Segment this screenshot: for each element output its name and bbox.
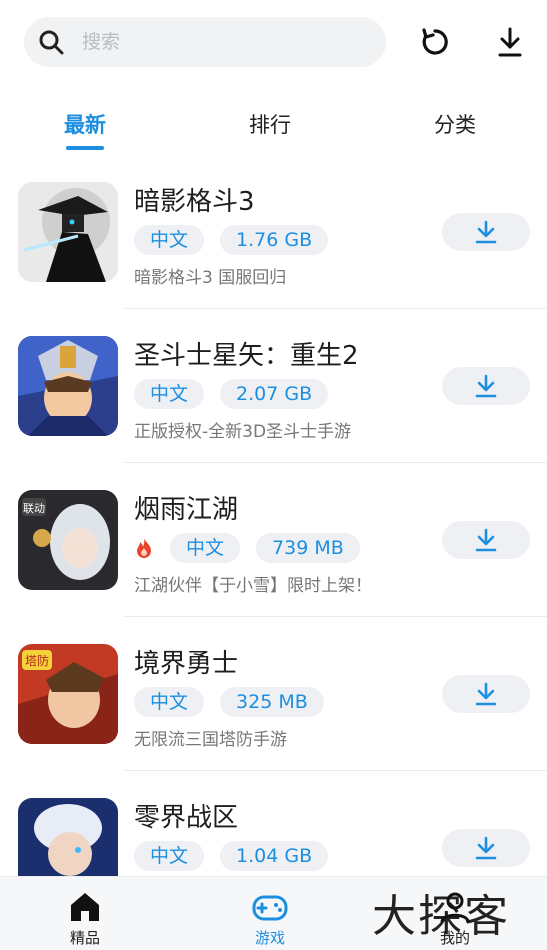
game-name[interactable]: 境界勇士: [134, 643, 238, 680]
svg-text:联动: 联动: [23, 502, 45, 515]
download-button[interactable]: [442, 213, 530, 251]
game-name[interactable]: 零界战区: [134, 797, 238, 834]
size-tag: 1.04 GB: [220, 841, 329, 871]
list-item[interactable]: 联动 烟雨江湖 中文 739 MB 江湖伙伴【于小雪】限时上架！: [0, 463, 547, 617]
size-tag: 1.76 GB: [220, 225, 329, 255]
nav-label: 精品: [69, 929, 100, 947]
download-icon: [498, 27, 522, 57]
game-thumbnail: 塔防: [18, 644, 118, 744]
search-icon: [39, 30, 64, 55]
game-name[interactable]: 暗影格斗3: [134, 181, 255, 218]
download-button[interactable]: [442, 367, 530, 405]
game-description: 江湖伙伴【于小雪】限时上架！: [134, 576, 372, 596]
download-icon: [475, 682, 497, 706]
game-tags: 中文 739 MB: [134, 533, 376, 563]
svg-text:塔防: 塔防: [25, 653, 49, 668]
game-name[interactable]: 圣斗士星矢：重生2: [134, 335, 359, 372]
gamepad-icon: [252, 895, 288, 921]
list-item[interactable]: 塔防 境界勇士 中文 325 MB 无限流三国塔防手游: [0, 617, 547, 771]
download-button[interactable]: [442, 675, 530, 713]
tab-ranking[interactable]: 排行: [210, 100, 330, 150]
download-icon: [475, 374, 497, 398]
game-tags: 中文 325 MB: [134, 687, 340, 717]
nav-featured[interactable]: 精品: [25, 877, 145, 950]
game-description: 无限流三国塔防手游: [134, 730, 287, 750]
size-tag: 2.07 GB: [220, 379, 329, 409]
download-icon: [475, 836, 497, 860]
size-tag: 325 MB: [220, 687, 324, 717]
download-button[interactable]: [442, 521, 530, 559]
download-icon: [475, 528, 497, 552]
game-thumbnail: 联动: [18, 490, 118, 590]
game-tags: 中文 1.04 GB: [134, 841, 344, 871]
language-tag: 中文: [134, 225, 205, 255]
refresh-icon: [422, 28, 448, 55]
game-name[interactable]: 烟雨江湖: [134, 489, 238, 526]
search-bar[interactable]: 搜索: [24, 17, 386, 67]
download-button[interactable]: [442, 829, 530, 867]
watermark-logo: 大探客: [372, 891, 510, 942]
language-tag: 中文: [170, 533, 241, 563]
tab-category[interactable]: 分类: [395, 100, 515, 150]
category-tabs: 最新 排行 分类: [0, 100, 547, 150]
list-item[interactable]: 暗影格斗3 中文 1.76 GB 暗影格斗3 国服回归: [0, 155, 547, 309]
search-placeholder: 搜索: [82, 31, 121, 53]
game-tags: 中文 1.76 GB: [134, 225, 344, 255]
tab-latest[interactable]: 最新: [25, 100, 145, 150]
language-tag: 中文: [134, 379, 205, 409]
download-manager-button[interactable]: [492, 22, 528, 62]
refresh-button[interactable]: [417, 22, 453, 62]
nav-games[interactable]: 游戏: [210, 877, 330, 950]
game-thumbnail: [18, 336, 118, 436]
hot-flame-icon: [137, 538, 151, 558]
game-description: 暗影格斗3 国服回归: [134, 268, 287, 288]
language-tag: 中文: [134, 687, 205, 717]
home-icon: [71, 893, 99, 921]
download-icon: [475, 220, 497, 244]
list-item[interactable]: 圣斗士星矢：重生2 中文 2.07 GB 正版授权-全新3D圣斗士手游: [0, 309, 547, 463]
nav-label: 游戏: [254, 929, 285, 947]
game-description: 正版授权-全新3D圣斗士手游: [134, 422, 352, 442]
language-tag: 中文: [134, 841, 205, 871]
active-tab-indicator: [66, 146, 104, 150]
game-thumbnail: [18, 182, 118, 282]
size-tag: 739 MB: [256, 533, 360, 563]
game-tags: 中文 2.07 GB: [134, 379, 344, 409]
top-bar: 搜索: [0, 0, 547, 90]
